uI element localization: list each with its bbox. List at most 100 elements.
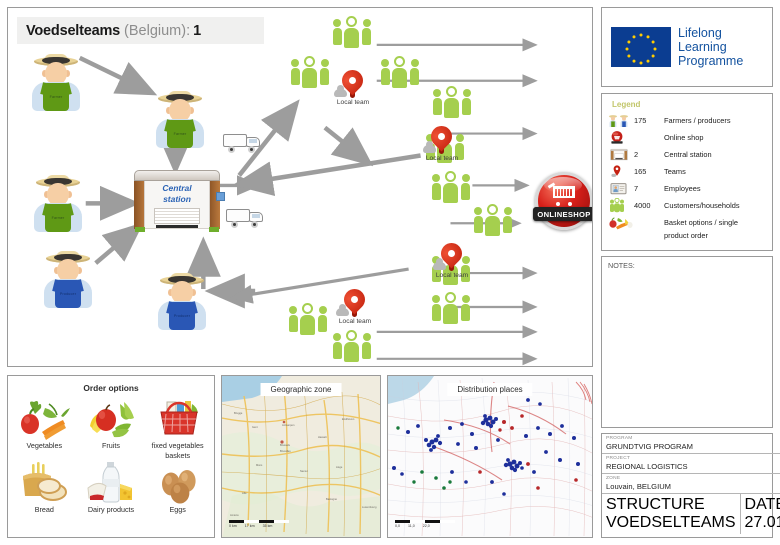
farmer-node-3[interactable]: Farmer [32,175,84,232]
farmers-icon [608,113,634,128]
household-group-1[interactable] [333,16,371,48]
legend-label: Central station [664,150,712,159]
map-pin-icon: Local team [332,284,378,329]
truck-icon [226,208,264,228]
local-team-node-4[interactable]: Local team [332,284,378,329]
svg-text:Antwerpen: Antwerpen [282,423,295,427]
legend-row: 175 Farmers / producers [608,112,766,129]
scale-label: 22,0 [422,524,430,528]
zone-value: Louvain, BELGIUM [606,482,671,491]
people-group-icon [432,171,470,203]
delivery-truck-1 [223,133,261,153]
legend-count: 2 [634,150,639,159]
svg-text:Lille: Lille [242,491,247,495]
bread-icon [15,462,73,504]
order-option-item[interactable]: fixed vegetables baskets [145,398,210,460]
scale-label: 11,0 [408,524,415,528]
household-group-2[interactable] [291,56,329,88]
legend-label-continuation: product order [664,231,708,240]
household-group-10[interactable] [289,303,327,335]
eu-line-2: Learning [678,40,727,54]
svg-text:Bastogne: Bastogne [326,497,338,501]
svg-text:Gent: Gent [252,425,258,429]
program-value: GRUNDTVIG PROGRAM [606,442,693,451]
structure-key: STRUCTURE [606,496,705,513]
structure-date-row: STRUCTURE VOEDSELTEAMS DATE 27.01.2015 [602,494,780,534]
household-group-3[interactable] [381,56,419,88]
svg-text:Namur: Namur [300,469,308,473]
legend-count: 4000 [634,201,651,210]
title-number: 1 [193,22,202,39]
household-group-9[interactable] [432,292,470,324]
legend-row: 2 Central station [608,146,766,163]
order-option-label: Dairy products [87,505,135,514]
svg-text:Brugge: Brugge [234,411,243,415]
household-group-5[interactable] [432,171,470,203]
scale-label: 35 km [262,524,273,528]
order-option-item[interactable]: Dairy products [79,462,144,515]
household-group-11[interactable] [333,330,371,362]
farmer-node-4[interactable]: Producer [42,251,94,308]
online-shop-node[interactable]: ONLINESHOP [533,172,592,230]
legend-row: 4000 Customers/households [608,197,766,214]
vegetables-icon [15,398,73,440]
farmer-green-icon: Farmer [30,54,82,111]
basket-icon [149,398,207,440]
farmer-node-2[interactable]: Farmer [154,91,206,148]
legend-count: 165 [634,167,647,176]
order-option-item[interactable]: Vegetables [12,398,77,460]
legend-heading: Legend [612,100,641,109]
eu-flag-icon [611,27,671,67]
people-group-icon [289,303,327,335]
farmer-green-icon: Farmer [32,175,84,232]
notes-panel[interactable]: NOTES: [601,256,773,428]
geographic-zone-map: Brugge Gent Antwerpen Brussels Bruxelles Ha… [222,376,380,537]
local-team-node-2[interactable]: Local team [419,121,465,166]
order-option-label: Bread [34,505,54,514]
online-shop-label: ONLINESHOP [537,209,591,219]
central-station-node[interactable]: Central station [134,170,225,232]
order-option-label: fixed vegetables baskets [151,441,204,460]
local-team-node-1[interactable]: Local team [330,65,376,110]
local-team-label: Local team [336,99,370,106]
order-option-label: Eggs [169,505,186,514]
order-option-item[interactable]: Eggs [145,462,210,515]
scale-label: 0,0 [395,524,400,528]
svg-text:Brussels: Brussels [280,443,291,447]
legend-label: Customers/households [664,201,740,210]
date-cell: DATE 27.01.2015 [741,494,780,534]
people-group-icon [333,330,371,362]
geographic-zone-map-panel[interactable]: Brugge Gent Antwerpen Brussels Bruxelles Ha… [221,375,381,538]
order-options-heading: Order options [83,383,139,393]
order-option-item[interactable]: Bread [12,462,77,515]
notes-heading: NOTES: [608,261,635,270]
truck-icon [223,133,261,153]
farmer-node-1[interactable]: Farmer [30,54,82,111]
central-station-icon [608,147,634,162]
distribution-places-map-panel[interactable]: Distribution places 0,0 11,0 22,0 [387,375,593,538]
order-option-item[interactable]: Fruits [79,398,144,460]
svg-text:Eindhoven: Eindhoven [342,417,355,421]
household-group-4[interactable] [433,86,471,118]
producer-blue-icon: Producer [42,251,94,308]
order-options-panel: Order options Vegetables Fruits fixed ve… [7,375,215,538]
eu-logo-panel: Lifelong Learning Programme [601,7,773,87]
farmer-tag: Farmer [173,132,187,136]
structure-cell: STRUCTURE VOEDSELTEAMS [602,494,741,534]
svg-text:Liège: Liège [336,465,343,469]
legend-label: Online shop [664,133,704,142]
local-team-node-3[interactable]: Local team [429,238,475,283]
legend-row: 165 Teams [608,163,766,180]
scale-label: 0 km [229,524,237,528]
project-value: REGIONAL LOGISTICS [606,462,688,471]
station-label-line2: station [163,194,191,204]
people-group-icon [291,56,329,88]
legend-row: 7 Employees [608,180,766,197]
project-key: PROJECT [606,456,631,461]
order-option-label: Fruits [102,441,120,450]
date-value: 27.01.2015 [744,514,780,531]
producer-tag: Producer [59,292,77,296]
household-group-7[interactable] [474,204,512,236]
svg-text:Luxembourg: Luxembourg [362,505,377,509]
farmer-node-5[interactable]: Producer [156,273,208,330]
